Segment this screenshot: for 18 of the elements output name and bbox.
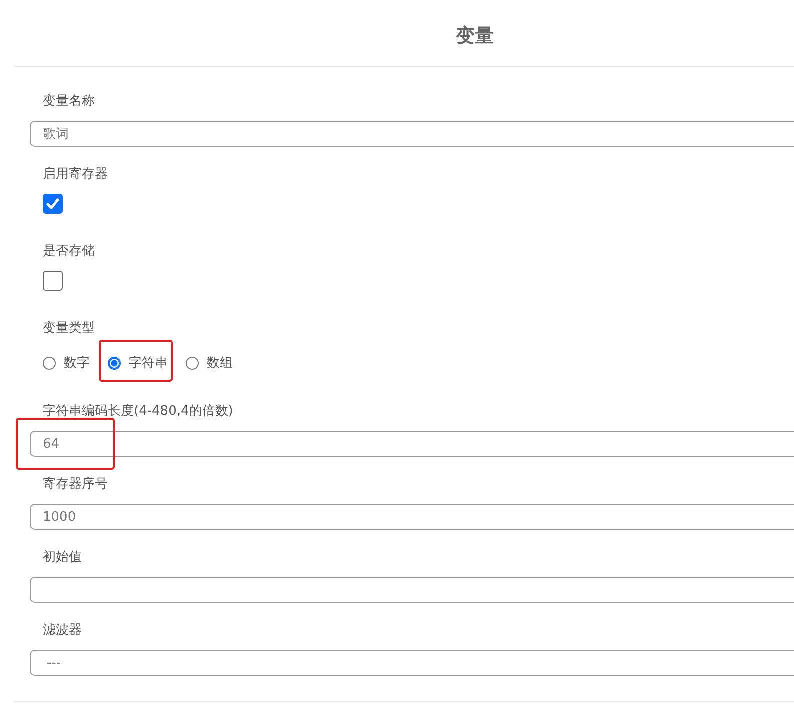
input-field[interactable]: 歌词 [30,121,794,147]
field-label: 启用寄存器 [43,166,108,184]
input-field[interactable]: 1000 [30,504,794,530]
field-label: 是否存储 [43,243,95,261]
checkbox[interactable] [43,271,63,291]
radio-option[interactable]: 字符串 [108,354,168,372]
radio-option[interactable]: 数组 [186,354,233,372]
checkbox[interactable] [43,194,63,214]
field-label: 字符串编码长度(4-480,4的倍数) [43,403,234,421]
field-label: 变量类型 [43,320,95,338]
dialog-title: 变量 [456,24,494,49]
select-field[interactable]: --- [30,650,794,676]
field-label: 变量名称 [43,93,95,111]
input-field[interactable]: 64 [30,431,794,457]
field-label: 寄存器序号 [43,476,108,494]
radio-option[interactable]: 数字 [43,354,90,372]
field-label: 初始值 [43,549,82,567]
field-label: 滤波器 [43,622,82,640]
